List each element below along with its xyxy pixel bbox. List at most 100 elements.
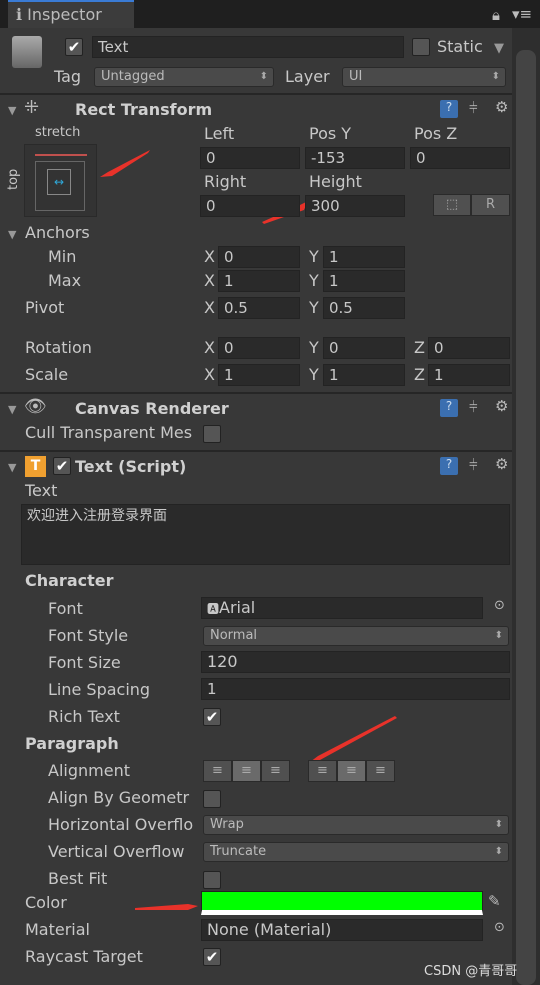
divider <box>0 392 512 394</box>
pivot-y-field[interactable]: 0.5 <box>323 297 405 319</box>
posz-field[interactable]: 0 <box>410 147 510 169</box>
y-label: Y <box>309 298 319 317</box>
material-label: Material <box>25 920 90 939</box>
align-top-button[interactable]: ≡ <box>308 760 337 782</box>
color-label: Color <box>25 893 67 912</box>
text-script-title: Text (Script) <box>75 457 187 476</box>
align-by-geometry-label: Align By Geometr <box>48 788 190 807</box>
height-field[interactable]: 300 <box>305 195 405 217</box>
cull-transparent-checkbox[interactable] <box>203 425 221 443</box>
posy-label: Pos Y <box>309 124 352 143</box>
max-label: Max <box>48 271 82 290</box>
divider <box>0 450 512 452</box>
rich-text-label: Rich Text <box>48 707 120 726</box>
text-enabled-checkbox[interactable]: ✔ <box>53 457 71 475</box>
posy-field[interactable]: -153 <box>305 147 405 169</box>
foldout-icon[interactable]: ▼ <box>8 461 16 474</box>
z-label: Z <box>414 365 425 384</box>
text-area[interactable]: 欢迎进入注册登录界面 <box>21 504 510 565</box>
color-field[interactable] <box>201 891 483 915</box>
eye-icon: 👁︎ <box>24 396 47 417</box>
align-middle-button[interactable]: ≡ <box>337 760 366 782</box>
material-field[interactable]: None (Material) <box>201 919 483 941</box>
y-label: Y <box>309 271 319 290</box>
vertical-overflow-dropdown[interactable]: Truncate <box>203 842 509 862</box>
horizontal-overflow-dropdown[interactable]: Wrap <box>203 815 509 835</box>
font-style-label: Font Style <box>48 626 129 645</box>
text-component-icon: T <box>25 456 46 477</box>
anchors-label: Anchors <box>25 223 90 242</box>
raw-edit-button[interactable]: R <box>471 194 510 216</box>
scale-y-field[interactable]: 1 <box>323 364 405 386</box>
height-label: Height <box>309 172 362 191</box>
scale-z-field[interactable]: 1 <box>428 364 510 386</box>
left-field[interactable]: 0 <box>200 147 300 169</box>
help-icon[interactable]: ? <box>440 457 458 475</box>
align-left-button[interactable]: ≡ <box>203 760 232 782</box>
preset-icon[interactable]: ⫩ <box>469 456 478 474</box>
font-field[interactable]: 🅰︎Arial <box>201 597 483 619</box>
anchor-min-x-field[interactable]: 0 <box>218 246 300 268</box>
rotation-z-field[interactable]: 0 <box>428 337 510 359</box>
line-spacing-label: Line Spacing <box>48 680 151 699</box>
min-label: Min <box>48 247 77 266</box>
gear-icon[interactable]: ⚙ <box>495 397 508 415</box>
character-header: Character <box>25 571 114 590</box>
font-style-dropdown[interactable]: Normal <box>203 626 509 646</box>
left-label: Left <box>204 124 235 143</box>
font-size-label: Font Size <box>48 653 121 672</box>
rich-text-checkbox[interactable]: ✔ <box>203 708 221 726</box>
align-by-geometry-checkbox[interactable] <box>203 790 221 808</box>
rotation-x-field[interactable]: 0 <box>218 337 300 359</box>
preset-icon[interactable]: ⫩ <box>469 398 478 416</box>
anchor-max-x-field[interactable]: 1 <box>218 270 300 292</box>
x-label: X <box>204 338 215 357</box>
font-size-field[interactable]: 120 <box>201 651 510 673</box>
canvas-renderer-title: Canvas Renderer <box>75 399 229 418</box>
z-label: Z <box>414 338 425 357</box>
help-icon[interactable]: ? <box>440 399 458 417</box>
gear-icon[interactable]: ⚙ <box>495 455 508 473</box>
posz-label: Pos Z <box>414 124 458 143</box>
right-label: Right <box>204 172 247 191</box>
align-right-button[interactable]: ≡ <box>261 760 290 782</box>
eyedropper-icon[interactable]: ✎ <box>488 892 501 910</box>
x-label: X <box>204 365 215 384</box>
best-fit-checkbox[interactable] <box>203 871 221 889</box>
x-label: X <box>204 247 215 266</box>
anchor-max-y-field[interactable]: 1 <box>323 270 405 292</box>
anchor-min-y-field[interactable]: 1 <box>323 246 405 268</box>
rotation-label: Rotation <box>25 338 92 357</box>
right-field[interactable]: 0 <box>200 195 300 217</box>
best-fit-label: Best Fit <box>48 869 108 888</box>
scale-label: Scale <box>25 365 69 384</box>
raycast-target-checkbox[interactable]: ✔ <box>203 948 221 966</box>
pivot-label: Pivot <box>25 298 65 317</box>
alignment-label: Alignment <box>48 761 130 780</box>
anchors-foldout-icon[interactable]: ▼ <box>8 228 16 241</box>
vertical-overflow-label: Vertical Overflow <box>48 842 185 861</box>
cull-transparent-label: Cull Transparent Mes <box>25 423 193 442</box>
foldout-icon[interactable]: ▼ <box>8 403 16 416</box>
pivot-x-field[interactable]: 0.5 <box>218 297 300 319</box>
align-center-button[interactable]: ≡ <box>232 760 261 782</box>
watermark: CSDN @青哥哥 <box>424 964 518 979</box>
raycast-target-label: Raycast Target <box>25 947 143 966</box>
font-label: Font <box>48 599 83 618</box>
y-label: Y <box>309 365 319 384</box>
text-label: Text <box>25 481 58 500</box>
scale-x-field[interactable]: 1 <box>218 364 300 386</box>
object-picker-icon[interactable]: ⊙ <box>494 598 505 613</box>
font-asset-icon: 🅰︎ <box>207 602 220 616</box>
x-label: X <box>204 298 215 317</box>
blueprint-mode-button[interactable]: ⬚ <box>433 194 471 216</box>
y-label: Y <box>309 247 319 266</box>
paragraph-header: Paragraph <box>25 734 119 753</box>
x-label: X <box>204 271 215 290</box>
horizontal-overflow-label: Horizontal Overflo <box>48 815 194 834</box>
y-label: Y <box>309 338 319 357</box>
align-bottom-button[interactable]: ≡ <box>366 760 395 782</box>
object-picker-icon[interactable]: ⊙ <box>494 920 505 935</box>
line-spacing-field[interactable]: 1 <box>201 678 510 700</box>
rotation-y-field[interactable]: 0 <box>323 337 405 359</box>
